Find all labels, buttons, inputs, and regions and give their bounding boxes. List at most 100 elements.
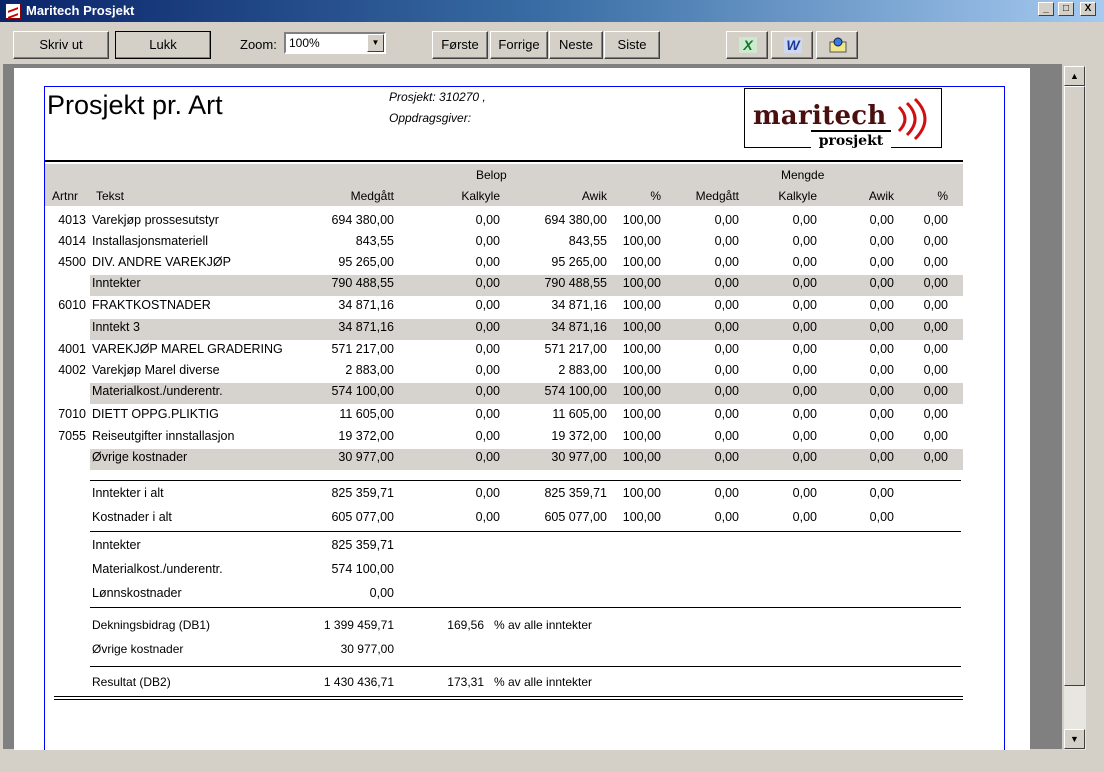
export-word-button[interactable]: W [771, 31, 813, 59]
cell-pct: 100,00 [622, 213, 661, 227]
cell-tekst: Inntekter [92, 276, 141, 290]
cell-medgatt-mengde: 0,00 [714, 276, 739, 290]
next-page-button[interactable]: Neste [549, 31, 603, 59]
col-header-kalkyle: Kalkyle [461, 189, 500, 203]
cell-awik: 34 871,16 [551, 298, 607, 312]
minimize-button[interactable]: _ [1038, 2, 1054, 16]
db1-pct: 169,56 [447, 618, 484, 632]
maximize-button[interactable]: □ [1058, 2, 1074, 16]
print-button[interactable]: Skriv ut [13, 31, 109, 59]
total-label: Kostnader i alt [92, 510, 172, 524]
cell-pct-mengde: 0,00 [923, 255, 948, 269]
end-divider-bottom [54, 699, 963, 700]
cell-awik-mengde: 0,00 [869, 213, 894, 227]
cell-pct: 100,00 [622, 298, 661, 312]
close-report-button[interactable]: Lukk [115, 31, 211, 59]
cell-pct-mengde: 0,00 [923, 213, 948, 227]
cell-pct-mengde: 0,00 [923, 320, 948, 334]
cell-medgatt: 34 871,16 [338, 298, 394, 312]
db2-pct: 173,31 [447, 675, 484, 689]
cell-medgatt: 694 380,00 [331, 213, 394, 227]
col-header-medgatt-mengde: Medgått [695, 189, 739, 203]
summary-value: 574 100,00 [331, 562, 394, 576]
cell-medgatt-mengde: 0,00 [714, 298, 739, 312]
cell-artnr: 4001 [58, 342, 86, 356]
cell-medgatt-mengde: 0,00 [714, 407, 739, 421]
total-pct: 100,00 [622, 486, 661, 500]
db1-note: % av alle inntekter [494, 618, 593, 632]
col-header-artnr: Artnr [52, 189, 79, 203]
cell-artnr: 7055 [58, 429, 86, 443]
total-awik-mengde: 0,00 [869, 486, 894, 500]
vertical-scrollbar[interactable]: ▲ ▼ [1064, 66, 1086, 750]
cell-kalkyle-mengde: 0,00 [792, 342, 817, 356]
cell-kalkyle: 0,00 [475, 384, 500, 398]
cell-kalkyle-mengde: 0,00 [792, 429, 817, 443]
first-page-button[interactable]: Første [432, 31, 488, 59]
cell-pct-mengde: 0,00 [923, 450, 948, 464]
ovrige-value: 30 977,00 [340, 642, 394, 656]
cell-awik: 95 265,00 [551, 255, 607, 269]
zoom-label: Zoom: [240, 37, 277, 52]
prev-page-button[interactable]: Forrige [490, 31, 548, 59]
project-number: Prosjekt: 310270 , [389, 90, 486, 104]
cell-tekst: Øvrige kostnader [92, 450, 188, 464]
cell-awik: 694 380,00 [544, 213, 607, 227]
export-mail-button[interactable] [816, 31, 858, 59]
cell-awik: 574 100,00 [544, 384, 607, 398]
close-button[interactable]: X [1080, 2, 1096, 16]
total-awik-mengde: 0,00 [869, 510, 894, 524]
report-title: Prosjekt pr. Art [47, 90, 223, 120]
mail-icon [829, 37, 847, 53]
col-header-medgatt: Medgått [350, 189, 394, 203]
logo-text: maritech [753, 101, 887, 131]
toolbar: Skriv ut Lukk Zoom: 100% ▼ Første Forrig… [0, 22, 1104, 64]
cell-kalkyle-mengde: 0,00 [792, 384, 817, 398]
export-excel-button[interactable]: X [726, 31, 768, 59]
last-page-button[interactable]: Siste [604, 31, 660, 59]
db1-value: 1 399 459,71 [323, 618, 394, 632]
cell-kalkyle-mengde: 0,00 [792, 407, 817, 421]
cell-kalkyle-mengde: 0,00 [792, 450, 817, 464]
cell-kalkyle: 0,00 [475, 363, 500, 377]
total-pct: 100,00 [622, 510, 661, 524]
col-header-pct-mengde: % [937, 189, 948, 203]
cell-pct: 100,00 [622, 407, 661, 421]
app-icon [5, 3, 21, 19]
cell-tekst: FRAKTKOSTNADER [92, 298, 211, 312]
scroll-thumb[interactable] [1064, 86, 1085, 686]
chevron-down-icon[interactable]: ▼ [367, 34, 384, 52]
total-label: Inntekter i alt [92, 486, 164, 500]
cell-awik-mengde: 0,00 [869, 450, 894, 464]
cell-medgatt: 34 871,16 [338, 320, 394, 334]
cell-kalkyle: 0,00 [475, 450, 500, 464]
summary-value: 825 359,71 [331, 538, 394, 552]
cell-medgatt-mengde: 0,00 [714, 429, 739, 443]
col-header-kalkyle-mengde: Kalkyle [778, 189, 817, 203]
word-icon: W [784, 37, 802, 53]
cell-pct-mengde: 0,00 [923, 234, 948, 248]
cell-tekst: VAREKJØP MAREL GRADERING [92, 342, 283, 356]
cell-pct: 100,00 [622, 320, 661, 334]
cell-awik-mengde: 0,00 [869, 363, 894, 377]
cell-awik: 2 883,00 [558, 363, 607, 377]
cell-medgatt: 30 977,00 [338, 450, 394, 464]
cell-tekst: Installasjonsmateriell [92, 234, 209, 248]
cell-kalkyle: 0,00 [475, 407, 500, 421]
cell-awik-mengde: 0,00 [869, 342, 894, 356]
cell-medgatt-mengde: 0,00 [714, 384, 739, 398]
zoom-select[interactable]: 100% ▼ [284, 32, 386, 54]
cell-kalkyle-mengde: 0,00 [792, 255, 817, 269]
scroll-down-button[interactable]: ▼ [1064, 729, 1085, 749]
cell-kalkyle-mengde: 0,00 [792, 213, 817, 227]
cell-medgatt-mengde: 0,00 [714, 234, 739, 248]
cell-kalkyle: 0,00 [475, 255, 500, 269]
total-medgatt: 605 077,00 [331, 510, 394, 524]
totals-divider [90, 480, 961, 481]
cell-kalkyle: 0,00 [475, 342, 500, 356]
scroll-up-button[interactable]: ▲ [1064, 66, 1085, 86]
cell-awik-mengde: 0,00 [869, 276, 894, 290]
cell-pct: 100,00 [622, 450, 661, 464]
cell-kalkyle: 0,00 [475, 298, 500, 312]
cell-tekst: DIETT OPPG.PLIKTIG [92, 407, 219, 421]
